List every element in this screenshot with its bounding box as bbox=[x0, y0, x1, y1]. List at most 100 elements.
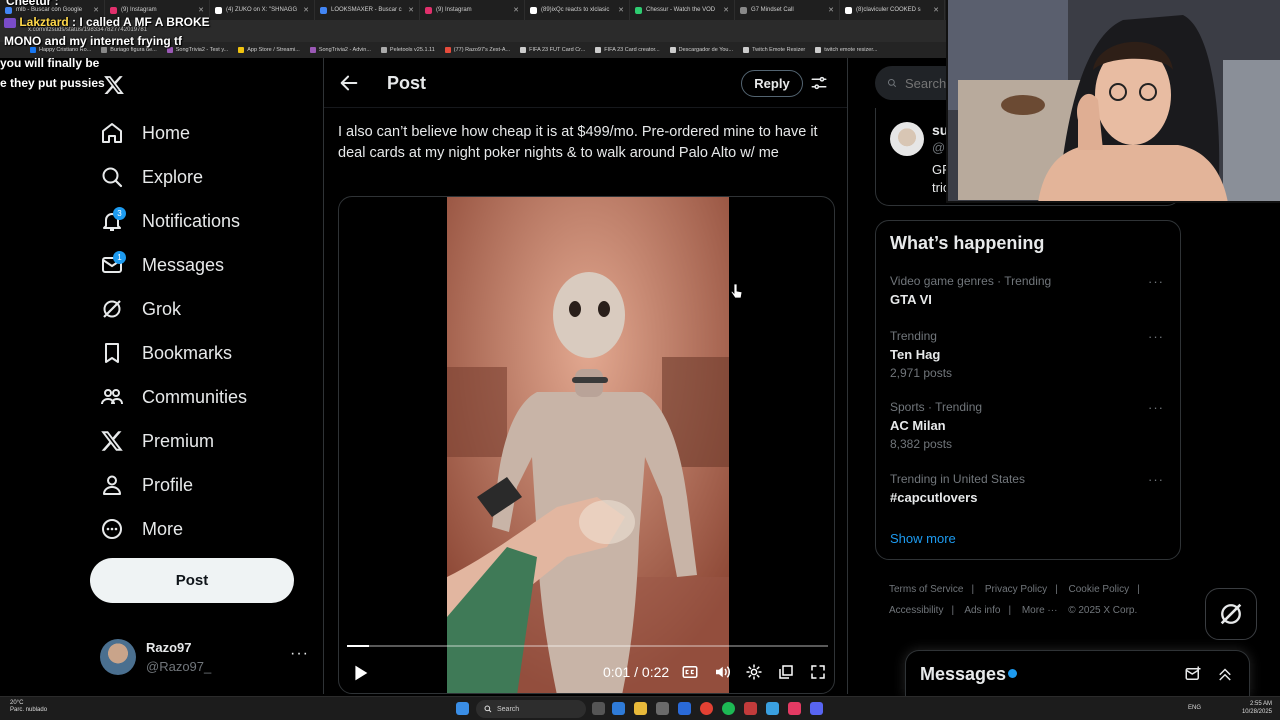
app-icon[interactable] bbox=[766, 702, 779, 715]
messages-dock[interactable]: Messages bbox=[905, 650, 1250, 696]
trend-item[interactable]: Sports · Trending AC Milan 8,382 posts ·… bbox=[890, 400, 1170, 451]
nav-grok[interactable]: Grok bbox=[100, 294, 181, 324]
bookmark-item[interactable]: Twitch Emote Resizer bbox=[743, 47, 805, 53]
taskbar-search[interactable]: Search bbox=[476, 700, 586, 718]
close-icon[interactable]: ✕ bbox=[618, 6, 624, 14]
spotify-icon[interactable] bbox=[722, 702, 735, 715]
more-dots-icon[interactable]: ··· bbox=[1148, 274, 1164, 289]
nav-bookmarks[interactable]: Bookmarks bbox=[100, 338, 232, 368]
bookmark-item[interactable]: (77) Razo97's Zest-A... bbox=[444, 47, 510, 53]
compose-message-icon[interactable] bbox=[1184, 665, 1202, 683]
chat-username: Lakztard bbox=[19, 15, 69, 29]
volume-icon[interactable] bbox=[713, 663, 731, 681]
whats-happening-panel: What’s happening Video game genres · Tre… bbox=[875, 220, 1181, 560]
store-icon[interactable] bbox=[656, 702, 669, 715]
webcam-image bbox=[948, 0, 1280, 201]
nav-more[interactable]: More bbox=[100, 514, 183, 544]
browser-tab[interactable]: (8)claviculer COOKED s ✕ bbox=[840, 0, 945, 20]
grok-button[interactable] bbox=[1205, 588, 1257, 640]
nav-explore[interactable]: Explore bbox=[100, 162, 203, 192]
chat-message: : I called A MF A BROKE bbox=[72, 15, 210, 29]
music-icon[interactable] bbox=[788, 702, 801, 715]
close-icon[interactable]: ✕ bbox=[933, 6, 939, 14]
file-explorer-icon[interactable] bbox=[634, 702, 647, 715]
home-icon bbox=[102, 123, 122, 143]
back-arrow-icon[interactable] bbox=[338, 72, 360, 94]
close-icon[interactable]: ✕ bbox=[723, 6, 729, 14]
sliders-icon[interactable] bbox=[810, 74, 828, 92]
close-icon[interactable]: ✕ bbox=[408, 6, 414, 14]
browser-tab[interactable]: (4) ZUKO on X: "SHNAGG ✕ bbox=[210, 0, 315, 20]
bookmark-item[interactable]: Peletools v25.1.11 bbox=[380, 47, 435, 53]
x-logo-icon[interactable] bbox=[102, 74, 126, 96]
more-dots-icon[interactable]: ··· bbox=[1148, 329, 1164, 344]
clock-date: 10/28/2025 bbox=[1241, 709, 1272, 715]
nav-profile[interactable]: Profile bbox=[100, 470, 193, 500]
bookmark-item[interactable]: App Store / Streami... bbox=[238, 47, 300, 53]
more-dots-icon[interactable]: ··· bbox=[1148, 472, 1164, 487]
browser-tab[interactable]: (89)ixQc reacts to xlclasic ✕ bbox=[525, 0, 630, 20]
footer-terms-link[interactable]: Terms of Service bbox=[889, 584, 963, 595]
avatar[interactable] bbox=[890, 122, 924, 156]
play-icon[interactable] bbox=[349, 662, 371, 684]
chrome-icon[interactable] bbox=[700, 702, 713, 715]
nav-home-label: Home bbox=[142, 122, 191, 143]
account-switcher[interactable]: Razo97 @Razo97_ ··· bbox=[100, 639, 310, 679]
browser-tab[interactable]: LOOKSMAXER - Buscar c ✕ bbox=[315, 0, 420, 20]
more-dots-icon[interactable]: ··· bbox=[1148, 400, 1164, 415]
bookmark-item[interactable]: FIFA 23 FUT Card Cr... bbox=[520, 47, 585, 53]
footer-accessibility-link[interactable]: Accessibility bbox=[889, 605, 943, 616]
video-progress-bar[interactable] bbox=[347, 645, 828, 647]
windows-start-icon[interactable] bbox=[456, 702, 469, 715]
nav-premium[interactable]: Premium bbox=[100, 426, 214, 456]
bookmark-item[interactable]: Descargador de You... bbox=[669, 47, 733, 53]
app-icon[interactable] bbox=[744, 702, 757, 715]
footer-copyright: © 2025 X Corp. bbox=[1068, 605, 1138, 616]
nav-communities[interactable]: Communities bbox=[100, 382, 247, 412]
picture-in-picture-icon[interactable] bbox=[777, 663, 795, 681]
chevron-up-icon[interactable] bbox=[1216, 665, 1234, 683]
nav-messages[interactable]: 1 Messages bbox=[100, 250, 224, 280]
trend-item[interactable]: Video game genres · Trending GTA VI ··· bbox=[890, 274, 1170, 307]
task-view-icon[interactable] bbox=[592, 702, 605, 715]
nav-notifications[interactable]: 3 Notifications bbox=[100, 206, 240, 236]
mail-icon[interactable] bbox=[678, 702, 691, 715]
footer-privacy-link[interactable]: Privacy Policy bbox=[985, 584, 1047, 595]
taskbar-clock[interactable]: 2:55 AM 10/28/2025 bbox=[1238, 700, 1272, 716]
close-icon[interactable]: ✕ bbox=[513, 6, 519, 14]
show-more-link[interactable]: Show more bbox=[890, 531, 956, 546]
browser-tab[interactable]: G7 Mindset Call ✕ bbox=[735, 0, 840, 20]
footer-more-link[interactable]: More ··· bbox=[1022, 605, 1058, 616]
bookmark-item[interactable]: twitch emote resizer... bbox=[815, 47, 877, 53]
bookmark-label: FIFA 23 FUT Card Cr... bbox=[529, 47, 586, 53]
trends-title: What’s happening bbox=[890, 233, 1045, 253]
edge-icon[interactable] bbox=[612, 702, 625, 715]
trend-item[interactable]: Trending in United States #capcutlovers … bbox=[890, 472, 1170, 505]
close-icon[interactable]: ✕ bbox=[828, 6, 834, 14]
fullscreen-icon[interactable] bbox=[809, 663, 827, 681]
trend-item[interactable]: Trending Ten Hag 2,971 posts ··· bbox=[890, 329, 1170, 380]
footer-cookie-link[interactable]: Cookie Policy bbox=[1069, 584, 1130, 595]
bookmark-item[interactable]: FIFA 23 Card creator... bbox=[595, 47, 660, 53]
weather-widget[interactable]: 20°C Parc. nublado bbox=[10, 700, 47, 714]
browser-tab[interactable]: Chessur - Watch the VOD ✕ bbox=[630, 0, 735, 20]
settings-gear-icon[interactable] bbox=[745, 663, 763, 681]
discord-icon[interactable] bbox=[810, 702, 823, 715]
trend-count: 8,382 posts bbox=[890, 437, 953, 451]
tab-title: (89)ixQc reacts to xlclasic bbox=[541, 7, 610, 13]
captions-icon[interactable] bbox=[681, 663, 699, 681]
reply-button[interactable]: Reply bbox=[741, 70, 803, 97]
close-icon[interactable]: ✕ bbox=[93, 6, 99, 14]
footer-ads-link[interactable]: Ads info bbox=[964, 605, 1000, 616]
browser-tab[interactable]: (9) Instagram ✕ bbox=[420, 0, 525, 20]
video-player[interactable]: 0:01 / 0:22 bbox=[338, 196, 835, 694]
close-icon[interactable]: ✕ bbox=[303, 6, 309, 14]
webcam-overlay bbox=[946, 0, 1280, 203]
bookmark-item[interactable]: SongTrivia2 - Advin... bbox=[309, 47, 371, 53]
close-icon[interactable]: ✕ bbox=[198, 6, 204, 14]
nav-home[interactable]: Home bbox=[100, 118, 190, 148]
tab-title: (4) ZUKO on X: "SHNAGG bbox=[226, 7, 298, 13]
language-indicator[interactable]: ENG bbox=[1188, 705, 1201, 711]
tab-title: (9) Instagram bbox=[121, 7, 157, 13]
post-button[interactable]: Post bbox=[90, 558, 294, 603]
